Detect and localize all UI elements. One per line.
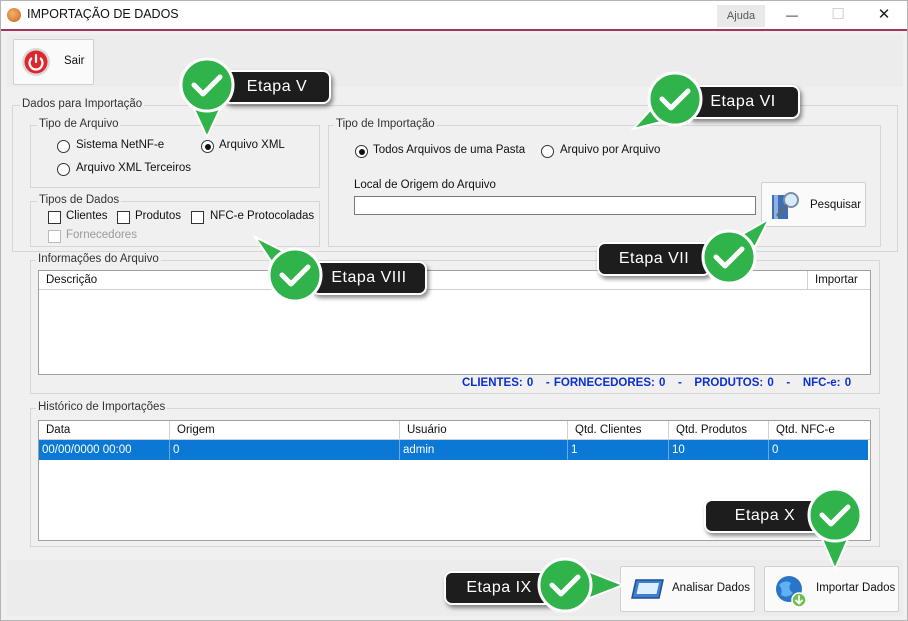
import-data-button[interactable]: Importar Dados [764, 566, 899, 612]
app-logo-icon [7, 8, 21, 22]
file-type-legend: Tipo de Arquivo [37, 118, 121, 130]
checkbox-clientes-label: Clientes [66, 210, 108, 222]
radio-arquivo-xml-label: Arquivo XML [219, 139, 285, 151]
history-legend: Histórico de Importações [36, 401, 168, 413]
toolbar: Sair [7, 35, 903, 87]
search-button-label: Pesquisar [810, 199, 862, 211]
import-type-legend: Tipo de Importação [334, 118, 437, 130]
cell-usuario: admin [400, 440, 568, 460]
check-pin-icon [537, 557, 626, 613]
check-pin-icon [701, 216, 772, 285]
column-header-qtd-produtos[interactable]: Qtd. Produtos [669, 421, 769, 440]
data-types-legend: Tipos de Dados [37, 194, 122, 206]
radio-arquivo-xml-terceiros[interactable] [57, 163, 70, 176]
cell-origem: 0 [170, 440, 400, 460]
checkbox-produtos[interactable] [117, 211, 130, 224]
close-icon[interactable]: ✕ [861, 3, 907, 27]
file-info-legend: Informações do Arquivo [36, 253, 161, 265]
power-icon [22, 48, 50, 76]
analyze-data-button[interactable]: Analisar Dados [620, 566, 755, 612]
monitor-icon [631, 579, 664, 599]
checkbox-fornecedores-label: Fornecedores [66, 229, 137, 241]
check-pin-icon [179, 57, 235, 139]
search-button[interactable]: Pesquisar [761, 182, 866, 227]
cell-qtd-clientes: 1 [568, 440, 669, 460]
globe-download-icon [776, 576, 807, 608]
exit-button[interactable]: Sair [13, 39, 94, 85]
cell-data: 00/00/0000 00:00 [39, 440, 170, 460]
radio-sistema-netnfe-label: Sistema NetNF-e [76, 139, 165, 151]
callout-step8: Etapa VIII [311, 261, 427, 295]
radio-arquivo-xml[interactable] [201, 140, 214, 153]
radio-arquivo-por-arquivo[interactable] [541, 145, 554, 158]
column-header-origem[interactable]: Origem [170, 421, 400, 440]
title-bar: IMPORTAÇÃO DE DADOS Ajuda — ☐ ✕ [1, 1, 907, 29]
checkbox-fornecedores [48, 230, 61, 243]
radio-todos-arquivos-pasta[interactable] [355, 145, 368, 158]
table-row[interactable]: 00/00/0000 00:00 0 admin 1 10 0 [39, 440, 868, 460]
radio-sistema-netnfe[interactable] [57, 140, 70, 153]
analyze-data-label: Analisar Dados [672, 582, 750, 594]
radio-arquivo-por-arquivo-label: Arquivo por Arquivo [560, 144, 661, 156]
column-header-qtd-clientes[interactable]: Qtd. Clientes [568, 421, 669, 440]
file-type-group [30, 125, 320, 188]
cell-qtd-produtos: 10 [669, 440, 769, 460]
checkbox-nfce-protocoladas[interactable] [191, 211, 204, 224]
source-path-label: Local de Origem do Arquivo [354, 179, 496, 191]
check-pin-icon [631, 71, 703, 131]
check-pin-icon [252, 234, 323, 303]
cell-qtd-nfce: 0 [772, 444, 779, 456]
window-title: IMPORTAÇÃO DE DADOS [27, 7, 179, 21]
checkbox-clientes[interactable] [48, 211, 61, 224]
checkbox-produtos-label: Produtos [135, 210, 182, 222]
check-pin-icon [807, 487, 863, 571]
minimize-icon[interactable]: — [769, 3, 815, 27]
checkbox-nfce-protocoladas-label: NFC-e Protocoladas [210, 210, 315, 222]
column-header-data[interactable]: Data [39, 421, 170, 440]
column-header-importar[interactable]: Importar [808, 271, 870, 290]
help-button[interactable]: Ajuda [717, 5, 765, 27]
callout-step7: Etapa VII [597, 242, 711, 276]
exit-button-label: Sair [64, 55, 85, 67]
column-header-qtd-nfce[interactable]: Qtd. NFC-e [769, 421, 870, 440]
source-path-input[interactable] [354, 196, 756, 215]
column-header-usuario[interactable]: Usuário [400, 421, 568, 440]
import-window: IMPORTAÇÃO DE DADOS Ajuda — ☐ ✕ Sair Dad… [0, 0, 908, 621]
import-data-legend: Dados para Importação [20, 98, 145, 110]
maximize-icon[interactable]: ☐ [815, 3, 861, 27]
radio-todos-arquivos-pasta-label: Todos Arquivos de uma Pasta [373, 144, 526, 156]
import-totals: CLIENTES: 0 - FORNECEDORES: 0 - PRODUTOS… [462, 377, 852, 389]
title-accent-line [1, 29, 907, 31]
callout-step5: Etapa V [223, 70, 331, 104]
radio-arquivo-xml-terceiros-label: Arquivo XML Terceiros [76, 162, 192, 174]
import-data-label: Importar Dados [816, 582, 896, 594]
